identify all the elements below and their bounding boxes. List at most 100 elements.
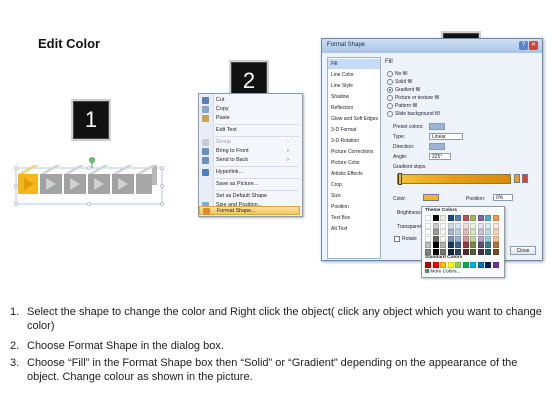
- standard-color-swatch[interactable]: [492, 262, 499, 268]
- nav-item-text-box[interactable]: Text Box: [328, 213, 380, 223]
- theme-color-swatch[interactable]: [492, 235, 499, 242]
- more-colors-item[interactable]: More Colors...: [425, 269, 501, 274]
- radio-pattern-fill[interactable]: [387, 103, 393, 109]
- theme-color-swatch[interactable]: [470, 249, 476, 255]
- standard-color-swatch[interactable]: [477, 262, 484, 268]
- nav-item-artistic-effects[interactable]: Artistic Effects: [328, 169, 380, 179]
- theme-color-swatch[interactable]: [485, 215, 491, 221]
- theme-color-swatch[interactable]: [485, 242, 491, 249]
- theme-color-swatch[interactable]: [447, 229, 454, 236]
- menu-item-paste[interactable]: Paste: [199, 114, 300, 123]
- theme-color-swatch[interactable]: [432, 235, 439, 242]
- theme-color-swatch[interactable]: [432, 215, 439, 221]
- theme-color-swatch[interactable]: [485, 222, 491, 229]
- menu-item-save-as-picture[interactable]: Save as Picture...: [199, 180, 300, 189]
- theme-color-swatch[interactable]: [485, 235, 491, 242]
- theme-color-swatch[interactable]: [462, 242, 469, 249]
- theme-color-swatch[interactable]: [492, 215, 499, 221]
- theme-color-swatch[interactable]: [492, 229, 499, 236]
- theme-color-swatch[interactable]: [485, 249, 491, 255]
- theme-color-swatch[interactable]: [455, 229, 461, 236]
- nav-item-3d-rotation[interactable]: 3-D Rotation: [328, 136, 380, 146]
- theme-color-swatch[interactable]: [462, 235, 469, 242]
- theme-color-swatch[interactable]: [432, 222, 439, 229]
- theme-color-swatch[interactable]: [470, 242, 476, 249]
- nav-item-alt-text[interactable]: Alt Text: [328, 224, 380, 234]
- theme-color-swatch[interactable]: [440, 222, 446, 229]
- nav-item-shadow[interactable]: Shadow: [328, 92, 380, 102]
- theme-color-swatch[interactable]: [425, 215, 431, 221]
- theme-color-swatch[interactable]: [470, 229, 476, 236]
- theme-color-swatch[interactable]: [455, 242, 461, 249]
- theme-color-swatch[interactable]: [477, 229, 484, 236]
- theme-color-swatch[interactable]: [432, 229, 439, 236]
- theme-color-swatch[interactable]: [440, 215, 446, 221]
- nav-item-reflection[interactable]: Reflection: [328, 103, 380, 113]
- standard-color-swatch[interactable]: [447, 262, 454, 268]
- nav-item-picture-corrections[interactable]: Picture Corrections: [328, 147, 380, 157]
- rotation-handle[interactable]: [89, 157, 95, 163]
- theme-color-swatch[interactable]: [470, 222, 476, 229]
- direction-dropdown[interactable]: [429, 143, 445, 150]
- standard-color-swatch[interactable]: [455, 262, 461, 268]
- theme-color-swatch[interactable]: [477, 215, 484, 221]
- theme-color-swatch[interactable]: [492, 242, 499, 249]
- theme-color-swatch[interactable]: [462, 215, 469, 221]
- radio-gradient-fill[interactable]: [387, 87, 393, 93]
- remove-stop-icon[interactable]: [522, 174, 528, 183]
- standard-color-swatch[interactable]: [485, 262, 491, 268]
- theme-color-swatch[interactable]: [485, 229, 491, 236]
- color-picker-button[interactable]: [423, 194, 439, 201]
- theme-color-swatch[interactable]: [462, 249, 469, 255]
- theme-color-swatch[interactable]: [477, 249, 484, 255]
- standard-color-swatch[interactable]: [440, 262, 446, 268]
- theme-color-swatch[interactable]: [425, 222, 431, 229]
- theme-color-swatch[interactable]: [425, 229, 431, 236]
- theme-color-swatch[interactable]: [440, 229, 446, 236]
- nav-item-picture-color[interactable]: Picture Color: [328, 158, 380, 168]
- theme-color-swatch[interactable]: [432, 242, 439, 249]
- rotate-checkbox[interactable]: [394, 236, 400, 242]
- theme-color-swatch[interactable]: [447, 242, 454, 249]
- radio-slide-background-fill[interactable]: [387, 111, 393, 117]
- theme-color-swatch[interactable]: [455, 222, 461, 229]
- radio-no-fill[interactable]: [387, 71, 393, 77]
- menu-item-edit-text[interactable]: Edit Text: [199, 126, 300, 135]
- add-stop-icon[interactable]: [514, 174, 520, 183]
- menu-item-format-shape[interactable]: Format Shape...: [199, 206, 300, 215]
- theme-color-swatch[interactable]: [477, 242, 484, 249]
- nav-item-glow[interactable]: Glow and Soft Edges: [328, 114, 380, 124]
- theme-color-swatch[interactable]: [455, 215, 461, 221]
- theme-color-swatch[interactable]: [447, 235, 454, 242]
- help-icon[interactable]: ?: [519, 41, 528, 50]
- theme-color-swatch[interactable]: [425, 242, 431, 249]
- position-field[interactable]: 0%: [493, 194, 513, 201]
- nav-item-crop[interactable]: Crop: [328, 180, 380, 190]
- theme-color-swatch[interactable]: [477, 235, 484, 242]
- gradient-stops-bar[interactable]: [397, 174, 511, 184]
- menu-item-cut[interactable]: Cut: [199, 96, 300, 105]
- selected-arrow-shape[interactable]: [10, 156, 175, 212]
- theme-color-swatch[interactable]: [470, 215, 476, 221]
- menu-item-hyperlink[interactable]: Hyperlink...: [199, 168, 300, 177]
- preset-colors-dropdown[interactable]: [429, 123, 445, 130]
- close-button[interactable]: Close: [510, 246, 536, 255]
- nav-item-line-style[interactable]: Line Style: [328, 81, 380, 91]
- menu-item-send-to-back[interactable]: Send to Back ›: [199, 156, 300, 165]
- radio-picture-fill[interactable]: [387, 95, 393, 101]
- theme-color-swatch[interactable]: [440, 235, 446, 242]
- theme-color-swatch[interactable]: [477, 222, 484, 229]
- theme-color-swatch[interactable]: [425, 235, 431, 242]
- standard-color-swatch[interactable]: [462, 262, 469, 268]
- nav-item-size[interactable]: Size: [328, 191, 380, 201]
- menu-item-bring-to-front[interactable]: Bring to Front ›: [199, 147, 300, 156]
- standard-color-swatch[interactable]: [470, 262, 476, 268]
- theme-color-swatch[interactable]: [440, 242, 446, 249]
- type-select[interactable]: Linear: [429, 133, 463, 140]
- standard-color-swatch[interactable]: [432, 262, 439, 268]
- theme-color-swatch[interactable]: [455, 235, 461, 242]
- menu-item-set-default-shape[interactable]: Set as Default Shape: [199, 192, 300, 201]
- close-icon[interactable]: ✕: [529, 41, 538, 50]
- theme-color-swatch[interactable]: [492, 249, 499, 255]
- angle-field[interactable]: 225°: [429, 153, 451, 160]
